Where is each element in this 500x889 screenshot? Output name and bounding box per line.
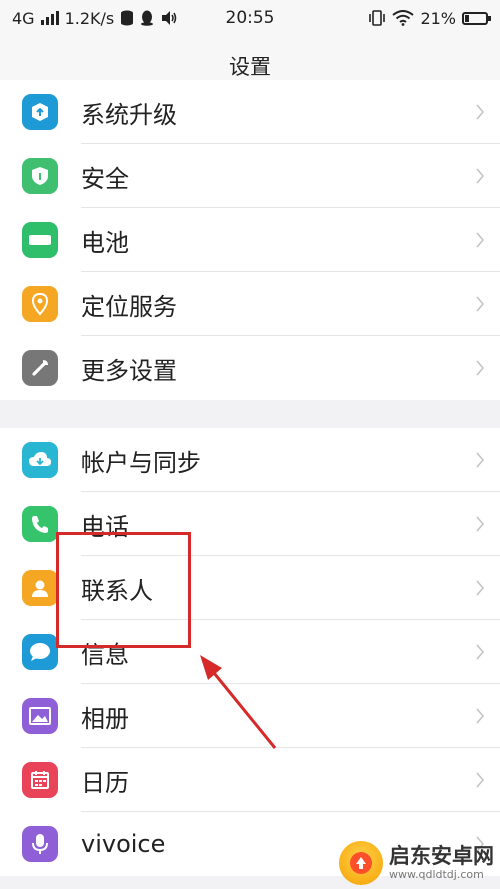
settings-item-calendar[interactable]: 日历 (0, 748, 500, 812)
watermark-title: 启东安卓网 (389, 844, 494, 869)
settings-item-label: 安全 (81, 164, 129, 193)
gallery-icon (22, 698, 58, 734)
shield-icon (22, 158, 58, 194)
chevron-right-icon (460, 231, 500, 249)
watermark: 启东安卓网 www.qdldtdj.com (339, 841, 494, 885)
settings-item-label: 电池 (81, 228, 129, 257)
settings-item-label: 定位服务 (81, 292, 177, 321)
vibrate-icon (369, 10, 386, 26)
contacts-icon (22, 570, 58, 606)
microphone-icon (22, 826, 58, 862)
status-bar: 4G 1.2K/s 21% 20:55 (0, 0, 500, 36)
battery-status-icon (462, 11, 491, 25)
settings-item-gallery[interactable]: 相册 (0, 684, 500, 748)
page-title: 设置 (229, 54, 271, 79)
cloud-sync-icon (22, 442, 58, 478)
chevron-right-icon (460, 295, 500, 313)
network-speed: 1.2K/s (64, 8, 115, 28)
settings-item-label: 更多设置 (81, 356, 177, 385)
qq-icon (141, 10, 154, 26)
settings-item-label: 相册 (81, 704, 129, 733)
settings-item-label: 联系人 (81, 576, 153, 605)
chevron-right-icon (460, 579, 500, 597)
settings-item-label: 帐户与同步 (81, 448, 201, 477)
chevron-right-icon (460, 167, 500, 185)
settings-item-battery[interactable]: 电池 (0, 208, 500, 272)
settings-item-account-sync[interactable]: 帐户与同步 (0, 428, 500, 492)
settings-group-apps: 帐户与同步 电话 联系人 信息 相册 日历 vivoice (0, 428, 500, 876)
chevron-right-icon (460, 359, 500, 377)
settings-group-system: 系统升级 安全 电池 定位服务 更多设置 (0, 80, 500, 400)
battery-percent: 21% (420, 8, 456, 28)
settings-item-phone[interactable]: 电话 (0, 492, 500, 556)
settings-item-label: 日历 (81, 768, 129, 797)
chevron-right-icon (460, 707, 500, 725)
settings-item-system-update[interactable]: 系统升级 (0, 80, 500, 144)
database-icon (121, 10, 134, 26)
watermark-url: www.qdldtdj.com (389, 867, 484, 881)
volume-icon (162, 11, 177, 25)
chevron-right-icon (460, 451, 500, 469)
message-icon (22, 634, 58, 670)
chevron-right-icon (460, 643, 500, 661)
settings-item-security[interactable]: 安全 (0, 144, 500, 208)
chevron-right-icon (460, 771, 500, 789)
battery-icon (22, 222, 58, 258)
chevron-right-icon (460, 103, 500, 121)
settings-item-label: 系统升级 (81, 100, 177, 129)
settings-item-location[interactable]: 定位服务 (0, 272, 500, 336)
network-type: 4G (12, 8, 35, 28)
phone-icon (22, 506, 58, 542)
system-update-icon (22, 94, 58, 130)
settings-item-more-settings[interactable]: 更多设置 (0, 336, 500, 400)
wrench-icon (22, 350, 58, 386)
watermark-logo-icon (339, 841, 383, 885)
calendar-icon (22, 762, 58, 798)
settings-item-messages[interactable]: 信息 (0, 620, 500, 684)
signal-icon (40, 11, 59, 25)
chevron-right-icon (460, 515, 500, 533)
location-icon (22, 286, 58, 322)
settings-item-contacts[interactable]: 联系人 (0, 556, 500, 620)
wifi-icon (392, 10, 415, 26)
settings-item-label: 电话 (81, 512, 129, 541)
settings-item-label: 信息 (81, 640, 129, 669)
